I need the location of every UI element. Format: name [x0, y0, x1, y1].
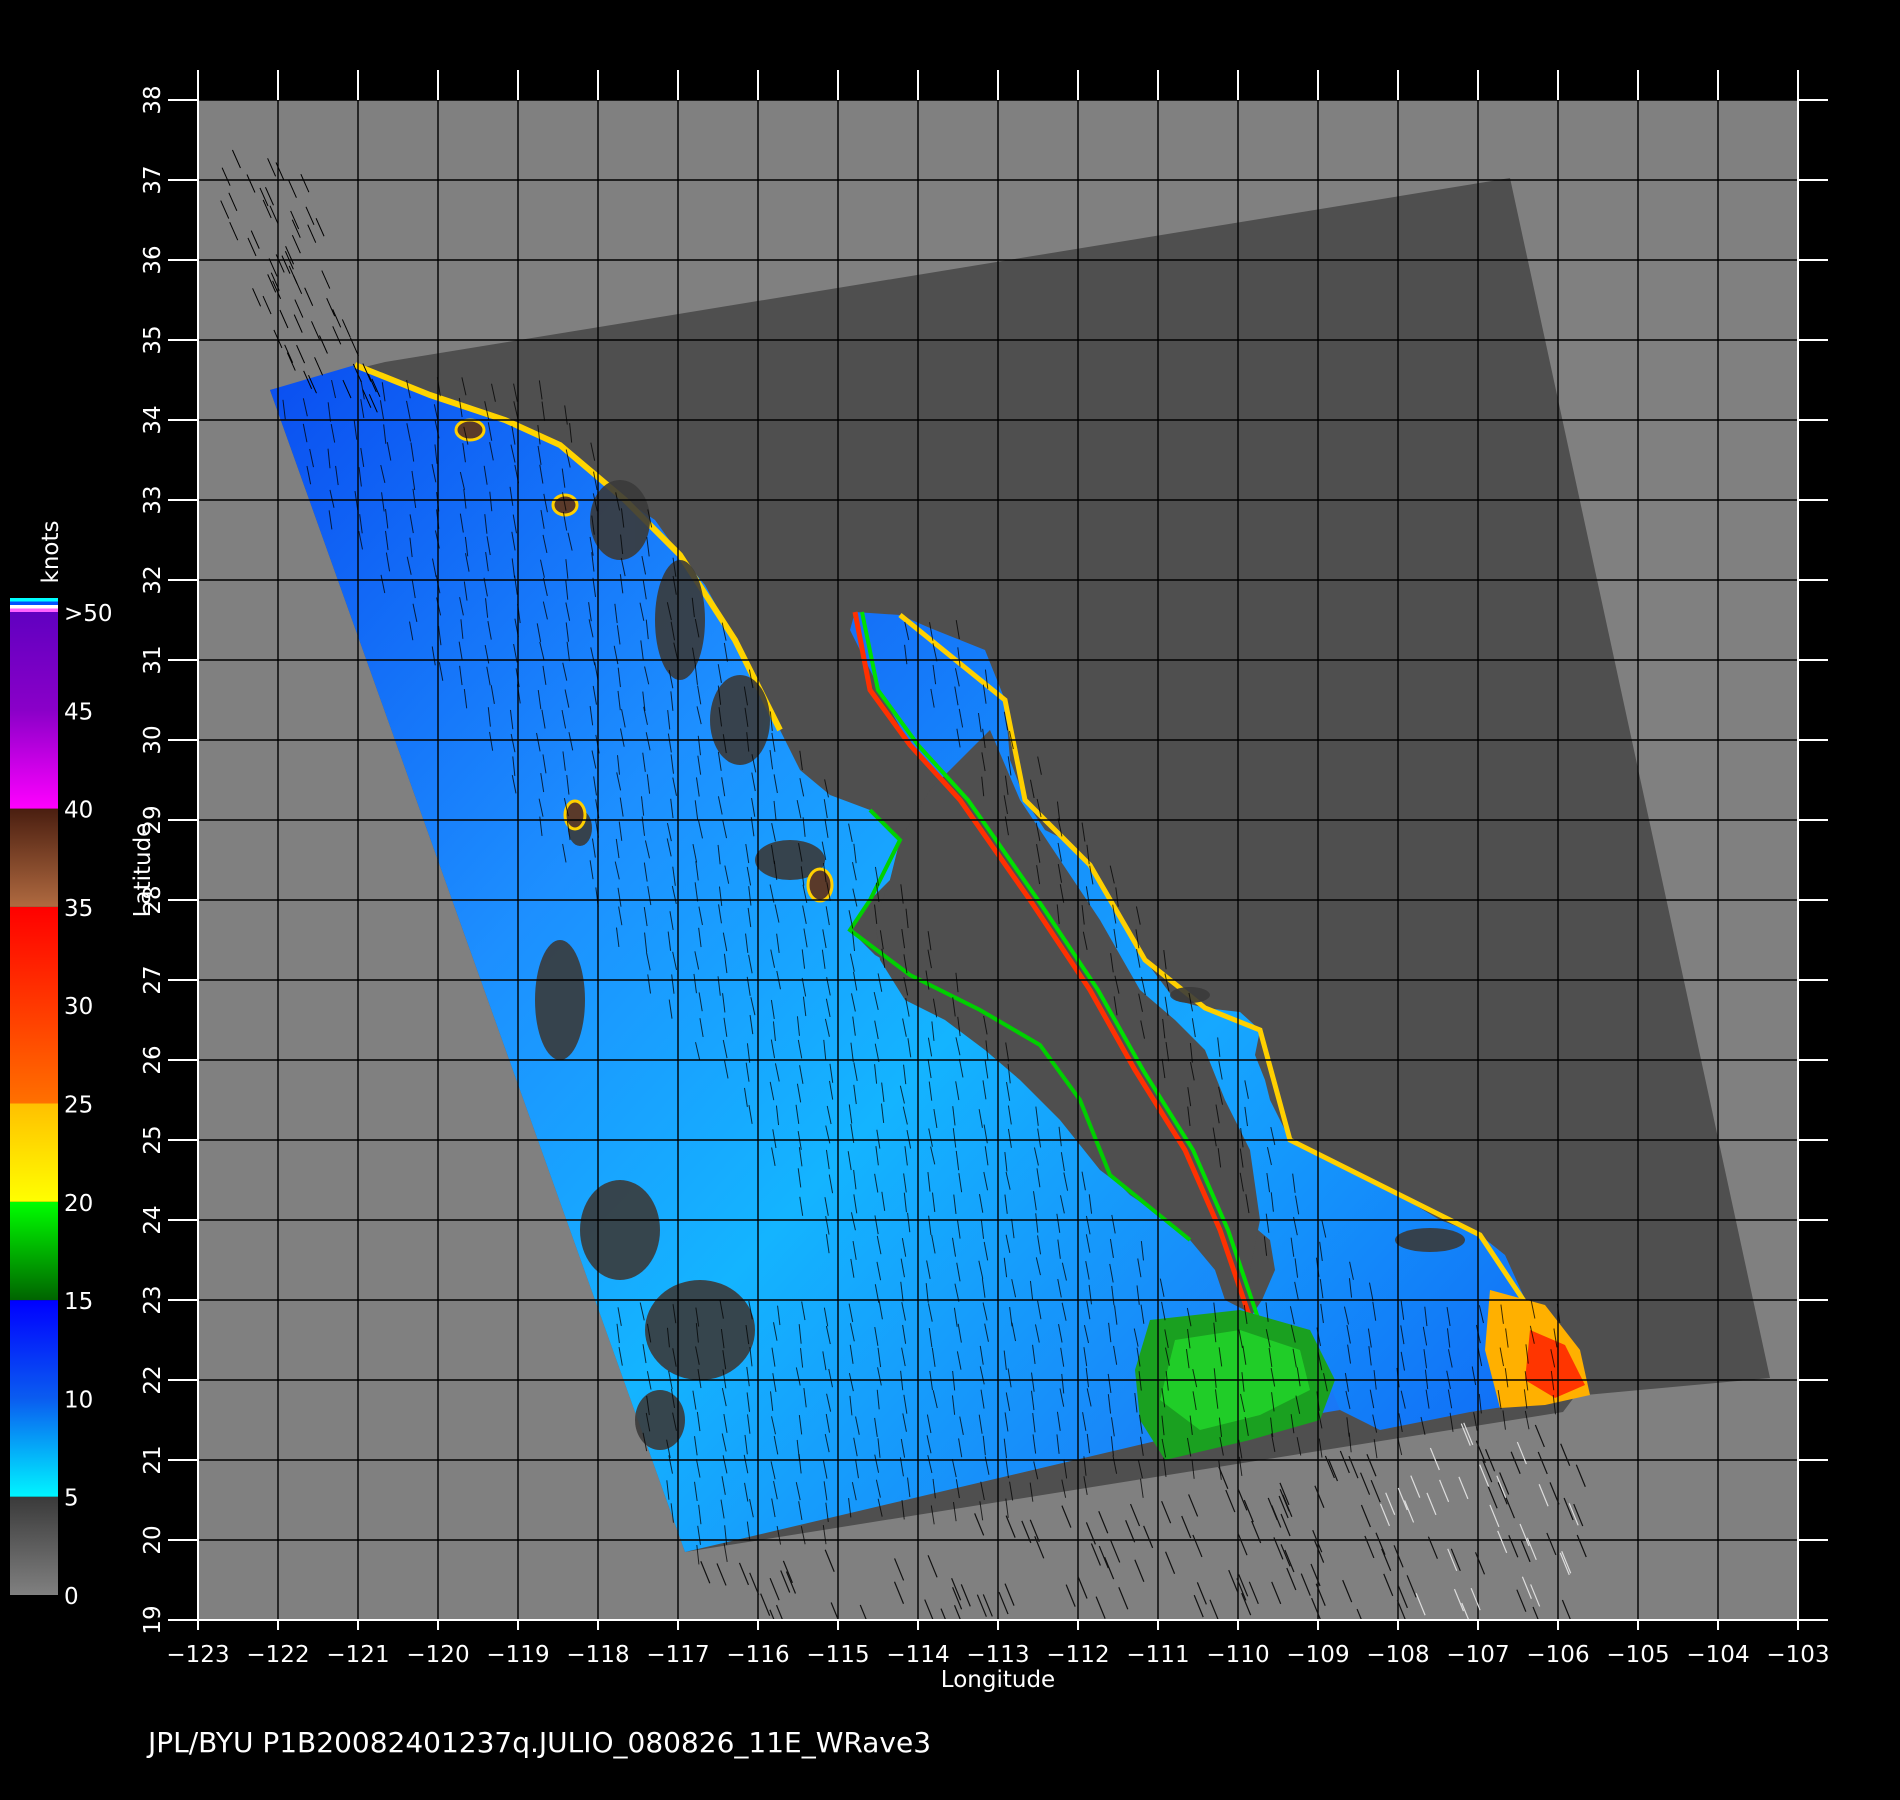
wind-map: −123 −122 −121 −120 −119 −118 −117 −116 −115 −114…	[10, 70, 1830, 1759]
x-axis-label: Longitude	[941, 1667, 1055, 1693]
x-tick-label: −113	[966, 1642, 1029, 1668]
colorbar-tick-label: 0	[64, 1584, 79, 1610]
colorbar-tick-label: 10	[64, 1387, 93, 1413]
colorbar-tick-label: 35	[64, 896, 93, 922]
y-tick-label: 22	[140, 1365, 166, 1394]
y-tick-label: 32	[140, 565, 166, 594]
colorbar-band	[10, 612, 58, 809]
colorbar-band	[10, 1103, 58, 1202]
y-tick-label: 21	[140, 1445, 166, 1474]
y-tick-label: 34	[140, 405, 166, 434]
y-tick-label: 36	[140, 245, 166, 274]
colorbar-cap-stripe	[10, 598, 58, 602]
grid-lines	[198, 100, 1798, 1620]
colorbar-band	[10, 1300, 58, 1497]
colorbar-tick-label: 15	[64, 1289, 93, 1315]
y-tick-label: 25	[140, 1125, 166, 1154]
y-axis-label: Latitude	[130, 823, 156, 918]
x-tick-label: −110	[1206, 1642, 1269, 1668]
colorbar-cap-stripe	[10, 605, 58, 609]
x-tick-label: −123	[166, 1642, 229, 1668]
colorbar-tick-label: 30	[64, 994, 93, 1020]
y-tick-label: 26	[140, 1045, 166, 1074]
x-tick-label: −103	[1766, 1642, 1829, 1668]
colorbar-band	[10, 808, 58, 907]
x-tick-label: −119	[486, 1642, 549, 1668]
colorbar-tick-label: 5	[64, 1486, 79, 1512]
x-tick-label: −104	[1686, 1642, 1749, 1668]
y-tick-label: 33	[140, 485, 166, 514]
y-tick-label: 19	[140, 1605, 166, 1634]
x-tick-label: −112	[1046, 1642, 1109, 1668]
x-tick-label: −115	[806, 1642, 869, 1668]
y-tick-label: 23	[140, 1285, 166, 1314]
x-tick-label: −116	[726, 1642, 789, 1668]
x-tick-label: −121	[326, 1642, 389, 1668]
x-tick-label: −111	[1126, 1642, 1189, 1668]
colorbar-cap-stripe	[10, 608, 58, 612]
x-tick-label: −122	[246, 1642, 309, 1668]
x-tick-label: −108	[1366, 1642, 1429, 1668]
colorbar-tick-label: 20	[64, 1191, 93, 1217]
colorbar-tick-label: 25	[64, 1093, 93, 1119]
y-tick-label: 35	[140, 325, 166, 354]
colorbar-band	[10, 1496, 58, 1595]
y-tick-label: 38	[140, 85, 166, 114]
colorbar-tick-label: 45	[64, 699, 93, 725]
colorbar: 0 5 10 15 20 25 30 35 40 45 >50	[10, 598, 113, 1610]
y-tick-label: 24	[140, 1205, 166, 1234]
colorbar-tick-label: 40	[64, 798, 93, 824]
x-tick-label: −105	[1606, 1642, 1669, 1668]
colorbar-tick-label: >50	[64, 601, 113, 627]
x-tick-label: −117	[646, 1642, 709, 1668]
x-tick-label: −114	[886, 1642, 949, 1668]
y-tick-label: 37	[140, 165, 166, 194]
y-tick-label: 27	[140, 965, 166, 994]
x-tick-label: −118	[566, 1642, 629, 1668]
colorbar-cap-stripe	[10, 601, 58, 605]
x-tick-label: −120	[406, 1642, 469, 1668]
y-tick-label: 30	[140, 725, 166, 754]
x-tick-label: −107	[1446, 1642, 1509, 1668]
y-tick-label: 20	[140, 1525, 166, 1554]
x-tick-label: −106	[1526, 1642, 1589, 1668]
colorbar-band	[10, 1201, 58, 1301]
x-tick-label: −109	[1286, 1642, 1349, 1668]
colorbar-band	[10, 906, 58, 1104]
footer-title: JPL/BYU P1B20082401237q.JULIO_080826_11E…	[146, 1726, 931, 1759]
y-tick-label: 31	[140, 645, 166, 674]
colorbar-unit-label: knots	[38, 521, 64, 584]
